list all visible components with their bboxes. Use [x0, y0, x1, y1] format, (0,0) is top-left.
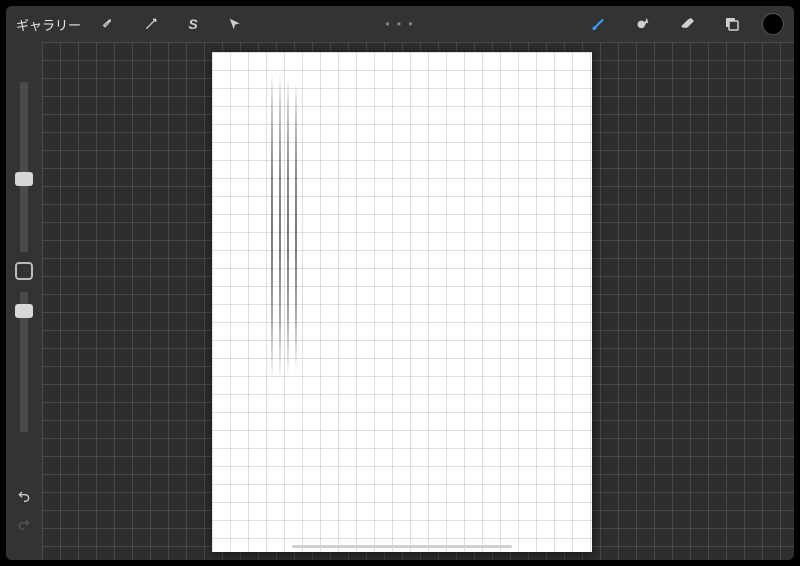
eraser-tool-icon[interactable]	[674, 10, 702, 38]
brush-tool-icon[interactable]	[586, 10, 614, 38]
brush-size-thumb[interactable]	[15, 172, 33, 186]
canvas[interactable]	[212, 52, 592, 552]
smudge-tool-icon[interactable]	[630, 10, 658, 38]
canvas-menu-button[interactable]: • • •	[385, 17, 414, 31]
gallery-button[interactable]: ギャラリー	[16, 15, 81, 34]
workspace[interactable]	[42, 42, 794, 560]
opacity-thumb[interactable]	[15, 304, 33, 318]
color-picker-button[interactable]	[762, 13, 784, 35]
redo-button[interactable]	[12, 512, 36, 536]
top-toolbar: ギャラリー S • • •	[6, 6, 794, 42]
layers-panel-icon[interactable]	[718, 10, 746, 38]
actions-wrench-icon[interactable]	[95, 10, 123, 38]
transform-arrow-icon[interactable]	[221, 10, 249, 38]
left-sidebar	[6, 42, 42, 560]
toolbar-left-group: ギャラリー S	[16, 10, 249, 38]
selection-tool-icon[interactable]: S	[179, 10, 207, 38]
home-indicator	[292, 545, 512, 548]
brush-size-slider[interactable]	[20, 82, 28, 252]
canvas-strokes	[212, 52, 592, 552]
adjustments-wand-icon[interactable]	[137, 10, 165, 38]
modify-button[interactable]	[15, 262, 33, 280]
toolbar-right-group	[586, 10, 784, 38]
undo-button[interactable]	[12, 484, 36, 508]
